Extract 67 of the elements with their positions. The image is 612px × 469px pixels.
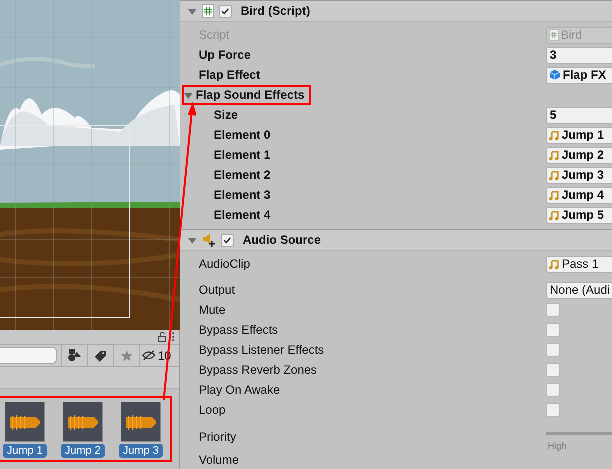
component-header[interactable]: Audio Source [180, 230, 612, 251]
more-icon[interactable] [172, 332, 175, 342]
search-field[interactable] [0, 347, 57, 364]
object-field[interactable]: Pass 1 [546, 256, 612, 272]
field-label: Element 1 [213, 147, 272, 164]
foldout-header[interactable]: Flap Sound Effects [182, 85, 311, 105]
dropdown-field[interactable]: None (Audi [546, 282, 612, 298]
waveform-thumbnail [121, 402, 161, 442]
checkbox[interactable] [546, 343, 560, 357]
music-note-icon [549, 150, 559, 160]
slider-track[interactable] [546, 432, 612, 435]
music-note-icon [549, 170, 559, 180]
checkbox[interactable] [546, 403, 560, 417]
checkbox[interactable] [546, 383, 560, 397]
waveform-thumbnail [63, 402, 103, 442]
field-label: Up Force [198, 47, 252, 64]
music-note-icon [549, 190, 559, 200]
field-label: Element 3 [213, 187, 272, 204]
object-field[interactable]: Jump 3 [546, 166, 612, 184]
field-label: Volume [198, 452, 240, 469]
field-label: Play On Awake [198, 382, 282, 399]
field-label: Element 4 [213, 207, 272, 224]
audio-asset[interactable]: Jump 1 [3, 402, 47, 460]
object-field[interactable]: Flap FX [546, 66, 612, 84]
field-label: Element 0 [213, 127, 272, 144]
shapes-icon [68, 349, 81, 362]
enable-checkbox[interactable] [219, 4, 232, 18]
object-field[interactable]: Jump 1 [546, 126, 612, 144]
music-note-icon [549, 258, 559, 270]
number-field[interactable]: 5 [546, 106, 612, 124]
field-label: Size [213, 107, 240, 124]
speaker-plus-icon [202, 233, 216, 247]
field-label: Bypass Reverb Zones [198, 362, 318, 379]
field-label: Priority [198, 429, 238, 446]
field-label: Mute [198, 302, 227, 319]
number-field[interactable]: 3 [546, 46, 612, 64]
eye-slash-icon [142, 350, 156, 361]
script-file-icon [549, 29, 559, 41]
enable-checkbox[interactable] [221, 234, 234, 246]
component-title: Bird (Script) [241, 3, 310, 20]
music-note-icon [549, 210, 559, 220]
object-field[interactable]: Jump 5 [546, 206, 612, 224]
audio-asset[interactable]: Jump 3 [119, 402, 163, 460]
audio-asset[interactable]: Jump 2 [61, 402, 105, 460]
checkbox[interactable] [546, 323, 560, 337]
checkbox[interactable] [546, 363, 560, 377]
cube-icon [549, 69, 561, 81]
slider-caption: High [548, 440, 568, 453]
field-label: Loop [198, 402, 227, 419]
filter-by-type-button[interactable] [61, 344, 88, 366]
script-icon [202, 4, 214, 18]
star-icon [120, 350, 132, 362]
tag-icon [94, 350, 106, 362]
checkbox[interactable] [546, 303, 560, 317]
music-note-icon [549, 130, 559, 140]
field-label: Bypass Effects [198, 322, 280, 339]
lock-icon[interactable] [158, 332, 167, 342]
waveform-thumbnail [5, 402, 45, 442]
field-label: Bypass Listener Effects [198, 342, 326, 359]
component-header[interactable]: Bird (Script) [180, 1, 612, 22]
field-label: Flap Effect [198, 67, 262, 84]
object-field[interactable]: Jump 2 [546, 146, 612, 164]
field-label: Output [198, 282, 236, 299]
object-field[interactable]: Jump 4 [546, 186, 612, 204]
field-label: Element 2 [213, 167, 272, 184]
field-label: AudioClip [198, 256, 252, 273]
component-title: Audio Source [243, 232, 322, 249]
